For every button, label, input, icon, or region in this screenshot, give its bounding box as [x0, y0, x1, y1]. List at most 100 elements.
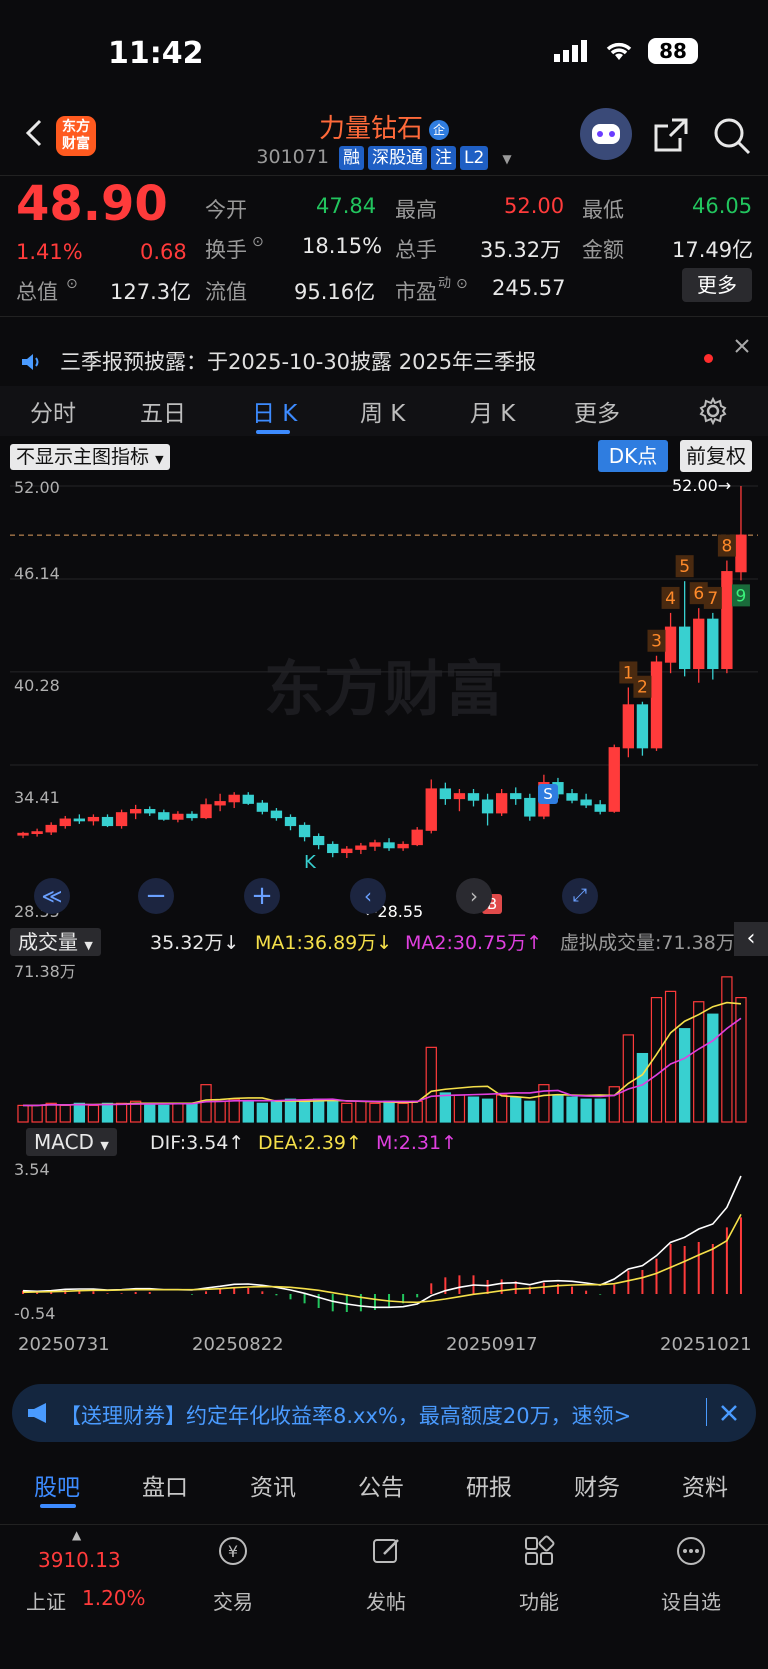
tab-finance[interactable]: 财务: [574, 1468, 620, 1502]
info-dots-icon[interactable]: ⊙: [66, 276, 78, 292]
prev-button[interactable]: ‹: [350, 878, 386, 914]
tab-intraday[interactable]: 分时: [30, 394, 76, 428]
tab-pankou[interactable]: 盘口: [142, 1468, 188, 1502]
volume-bar: [256, 1102, 269, 1123]
promo-text[interactable]: 【送理财券】约定年化收益率8.xx%，最高额度20万，速领>: [60, 1400, 631, 1430]
close-icon[interactable]: [734, 338, 750, 354]
index-name[interactable]: 上证: [26, 1586, 66, 1615]
ai-robot-icon[interactable]: [580, 108, 632, 160]
candle-body: [693, 618, 705, 670]
tab-monthly-k[interactable]: 月 K: [470, 394, 515, 428]
chevron-down-icon: ▼: [502, 152, 512, 166]
tab-research[interactable]: 研报: [466, 1468, 512, 1502]
candle-body: [256, 802, 269, 812]
amount-value: 17.49亿: [672, 238, 754, 262]
tab-profile[interactable]: 资料: [682, 1468, 728, 1502]
macd-dea-line: [23, 1213, 742, 1304]
nine-turn-label: 5: [679, 557, 690, 577]
tab-announcements[interactable]: 公告: [358, 1468, 404, 1502]
trade-icon[interactable]: ¥: [216, 1534, 250, 1568]
edit-icon[interactable]: [370, 1534, 404, 1568]
next-button[interactable]: ›: [456, 878, 492, 914]
tab-daily-k[interactable]: 日 K: [252, 394, 297, 428]
price-axis-4: 34.41: [14, 788, 60, 807]
nav-watchlist[interactable]: 设自选: [641, 1586, 741, 1615]
candle-body: [270, 810, 283, 819]
volume-bar: [59, 1104, 71, 1123]
volume-bar: [31, 1104, 43, 1123]
tab-news[interactable]: 资讯: [250, 1468, 296, 1502]
dropdown-caret-icon: ▼: [84, 939, 93, 952]
dropdown-caret-icon: ▼: [155, 453, 164, 466]
more-dots-icon[interactable]: [674, 1534, 708, 1568]
volume-bar: [312, 1098, 325, 1123]
adjust-price-button[interactable]: 前复权: [680, 440, 752, 472]
close-icon[interactable]: [720, 1404, 738, 1422]
dk-point-button[interactable]: DK点: [598, 440, 668, 472]
macd-chart[interactable]: [0, 1156, 768, 1326]
tab-weekly-k[interactable]: 周 K: [360, 394, 405, 428]
gear-icon[interactable]: [698, 396, 728, 426]
amount-label: 金额: [582, 238, 624, 262]
turnover-info-icon[interactable]: ⊙: [252, 234, 264, 250]
turnover-value: 18.15%: [302, 234, 383, 258]
share-icon[interactable]: [652, 116, 690, 154]
pe-info-icon[interactable]: ⊙: [456, 276, 468, 292]
candle-body: [481, 799, 494, 814]
volume-chart[interactable]: [0, 956, 768, 1124]
sell-signal-badge[interactable]: S: [538, 784, 558, 804]
volume-ma2: MA2:30.75万↑: [405, 932, 543, 954]
more-quote-button[interactable]: 更多: [682, 268, 752, 302]
caret-up-icon: ▲: [72, 1528, 82, 1542]
zoom-in-button[interactable]: +: [244, 878, 280, 914]
bottom-tab-underline: [40, 1504, 76, 1508]
index-change[interactable]: 1.20%: [82, 1586, 146, 1610]
tab-more[interactable]: 更多: [574, 394, 620, 428]
volume-bar: [144, 1102, 156, 1123]
volume-dropdown[interactable]: 成交量 ▼: [10, 926, 101, 956]
nav-functions[interactable]: 功能: [489, 1586, 589, 1615]
price-axis-3: 40.28: [14, 676, 60, 695]
volume-label: 总手: [395, 238, 437, 262]
notice-text[interactable]: 三季报预披露：于2025-10-30披露 2025年三季报: [60, 346, 536, 376]
volume-current: 35.32万↓: [150, 932, 240, 954]
volume-bar: [664, 990, 677, 1123]
date-label-3: 20250917: [446, 1334, 538, 1355]
scroll-left-button[interactable]: ≪: [34, 878, 70, 914]
volume-bar: [270, 1100, 283, 1123]
kline-chart[interactable]: 东方财富 12 3 456 7 8 9: [0, 470, 768, 924]
macd-dif-line: [23, 1175, 742, 1309]
tag-l2: L2: [460, 146, 489, 170]
volume-bar: [594, 1098, 606, 1123]
nav-trade[interactable]: 交易: [183, 1586, 283, 1615]
indicator-dropdown[interactable]: 不显示主图指标 ▼: [10, 442, 170, 470]
candle-body: [678, 626, 691, 670]
volume-bar: [115, 1102, 128, 1123]
macd-dropdown[interactable]: MACD ▼: [26, 1128, 117, 1156]
tab-guba[interactable]: 股吧: [34, 1468, 80, 1502]
candle-body: [580, 799, 592, 806]
zoom-out-button[interactable]: −: [138, 878, 174, 914]
virtual-volume: 虚拟成交量:71.38万: [560, 932, 735, 954]
volume-bar: [242, 1100, 254, 1123]
signal-icon: [554, 40, 587, 62]
date-label-1: 20250731: [18, 1334, 110, 1355]
candle-body: [172, 813, 184, 820]
candle-body: [115, 812, 128, 827]
grid-icon[interactable]: [522, 1534, 556, 1568]
bottom-content-tabs: 股吧 盘口 资讯 公告 研报 财务 资料: [0, 1458, 768, 1514]
volume-bar: [172, 1102, 184, 1123]
index-value[interactable]: 3910.13: [38, 1548, 121, 1572]
volume-bar: [284, 1098, 297, 1123]
current-price: 48.90: [16, 176, 168, 232]
volume-bar: [425, 1046, 437, 1123]
tab-five-day[interactable]: 五日: [140, 394, 186, 428]
volume-bar: [636, 1052, 649, 1123]
collapse-panel-button[interactable]: ‹: [734, 922, 768, 956]
nine-turn-label: 9: [736, 586, 747, 606]
nav-post[interactable]: 发帖: [336, 1586, 436, 1615]
change-pct: 1.41%: [16, 240, 83, 264]
fullscreen-button[interactable]: ⤢: [562, 878, 598, 914]
volume-bar: [228, 1098, 240, 1123]
search-icon[interactable]: [712, 116, 752, 156]
